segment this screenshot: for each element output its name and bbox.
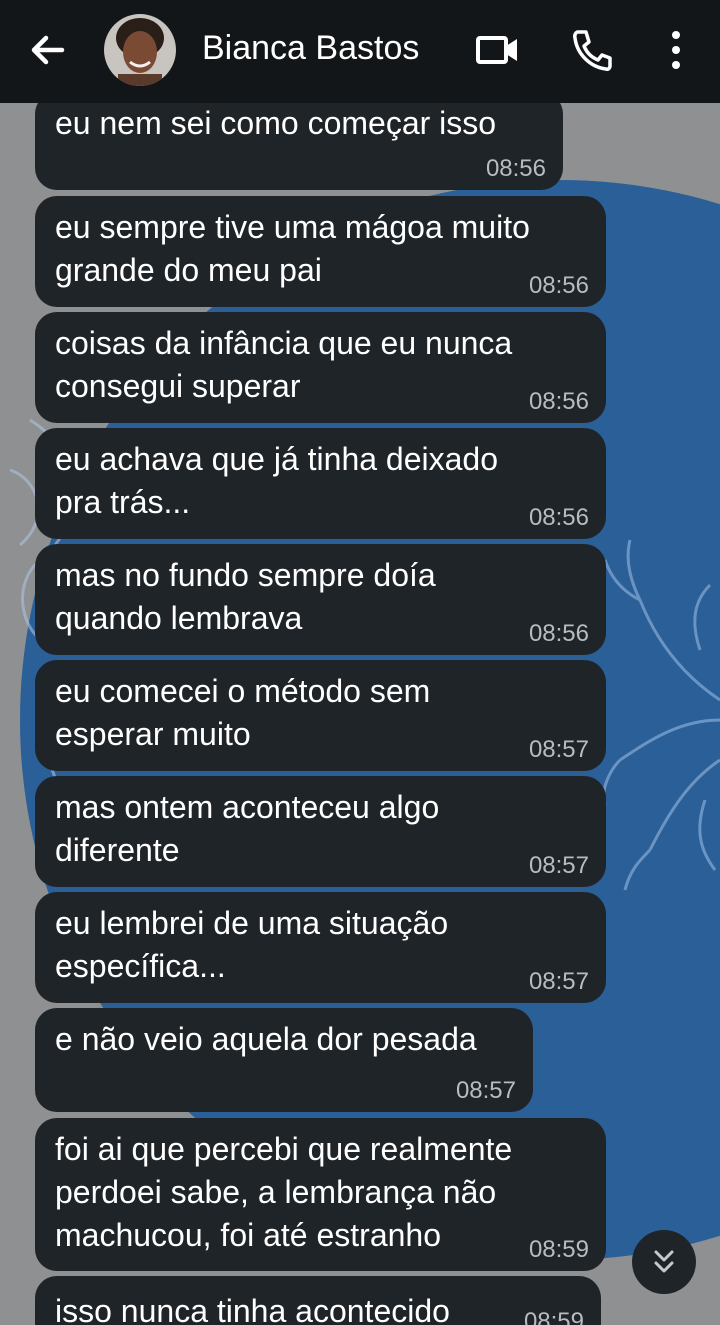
message-bubble[interactable]: eu comecei o método sem esperar muito 08… [35,660,606,771]
message-list[interactable]: eu nem sei como começar isso 08:56 eu se… [0,0,720,1325]
message-time: 08:59 [528,1236,589,1263]
message-bubble[interactable]: mas ontem aconteceu algo diferente 08:57 [35,776,606,887]
contact-avatar[interactable] [104,14,176,86]
message-time: 08:57 [455,1077,516,1104]
message-text: eu lembrei de uma situação [55,905,449,941]
message-text: coisas da infância que eu nunca [55,325,513,361]
message-text: pra trás... [55,484,191,520]
message-text: mas ontem aconteceu algo [55,789,440,825]
message-time: 08:56 [528,388,589,415]
more-options-button[interactable] [648,22,704,78]
video-call-icon [476,36,517,64]
message-text: eu achava que já tinha deixado [55,441,499,477]
message-time: 08:59 [523,1308,584,1325]
message-bubble[interactable]: mas no fundo sempre doía quando lembrava… [35,544,606,655]
message-text: esperar muito [55,716,251,752]
scroll-to-bottom-button[interactable] [632,1230,696,1294]
message-text: eu nem sei como começar isso [55,105,497,141]
message-text: eu sempre tive uma mágoa muito [55,209,530,245]
message-text: eu comecei o método sem [55,673,431,709]
message-time: 08:56 [528,504,589,531]
message-time: 08:56 [485,155,546,182]
message-bubble[interactable]: eu lembrei de uma situação específica...… [35,892,606,1003]
message-time: 08:57 [528,852,589,879]
voice-call-button[interactable] [564,22,620,78]
message-text: perdoei sabe, a lembrança não [55,1174,497,1210]
message-time: 08:56 [528,272,589,299]
message-bubble[interactable]: eu achava que já tinha deixado pra trás.… [35,428,606,539]
message-bubble[interactable]: coisas da infância que eu nunca consegui… [35,312,606,423]
message-bubble[interactable]: eu nem sei como começar isso 08:56 [35,92,563,190]
phone-icon [573,30,612,71]
message-time: 08:57 [528,736,589,763]
chevron-double-down-icon [654,1250,674,1273]
message-bubble[interactable]: isso nunca tinha acontecido 08:59 [35,1276,601,1325]
message-text: mas no fundo sempre doía [55,557,436,593]
message-text: grande do meu pai [55,252,322,288]
message-text: isso nunca tinha acontecido [55,1293,450,1325]
message-text: foi ai que percebi que realmente [55,1131,513,1167]
arrow-left-icon [31,35,65,65]
message-text: específica... [55,948,226,984]
message-bubble[interactable]: e não veio aquela dor pesada 08:57 [35,1008,533,1112]
message-bubble[interactable]: eu sempre tive uma mágoa muito grande do… [35,196,606,307]
message-text: machucou, foi até estranho [55,1217,442,1253]
message-time: 08:57 [528,968,589,995]
message-bubble[interactable]: foi ai que percebi que realmente perdoei… [35,1118,606,1271]
message-text: diferente [55,832,180,868]
contact-name[interactable]: Bianca Bastos [202,26,419,70]
message-text: quando lembrava [55,600,303,636]
back-button[interactable] [22,24,74,76]
message-time: 08:56 [528,620,589,647]
message-text: consegui superar [55,368,301,404]
more-vert-icon [672,31,680,69]
chat-header: Bianca Bastos [0,0,720,103]
video-call-button[interactable] [470,22,526,78]
message-text: e não veio aquela dor pesada [55,1021,477,1057]
